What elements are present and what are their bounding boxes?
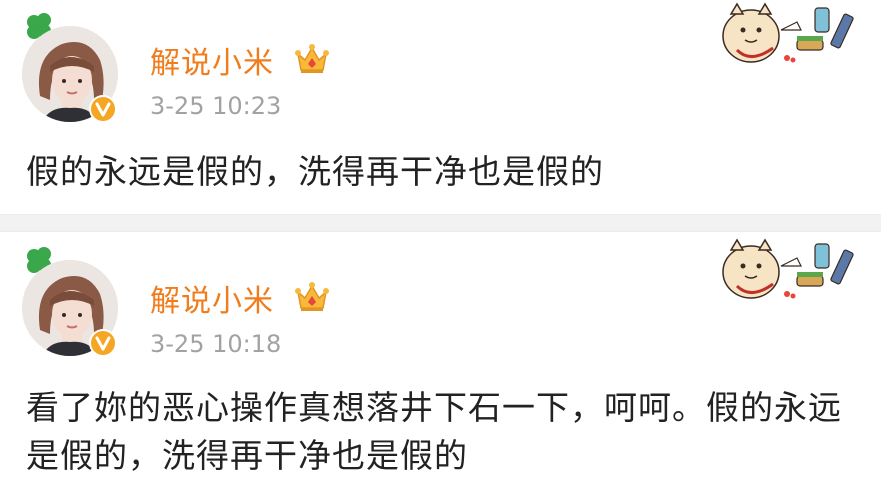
- comment-timestamp: 3-25 10:18: [150, 330, 282, 358]
- comment-text: 看了妳的恶心操作真想落井下石一下，呵呵。假的永远是假的，洗得再干净也是假的: [26, 388, 842, 475]
- weibo-comment-feed: 解说小米 3-25 10:23 假的永远是假的，洗得再干净也是假的 解说小米 3…: [0, 0, 881, 503]
- verified-v-icon: [89, 329, 117, 357]
- username[interactable]: 解说小米: [150, 276, 274, 320]
- cartoon-sticker-icon: [722, 2, 854, 63]
- card-divider: [0, 214, 881, 232]
- comment-card: 解说小米 3-25 10:18 看了妳的恶心操作真想落井下石一下，呵呵。假的永远…: [0, 232, 881, 503]
- crown-icon: [295, 44, 329, 73]
- avatar-container[interactable]: [20, 12, 124, 123]
- crown-icon: [295, 282, 329, 311]
- cartoon-sticker-icon: [722, 238, 854, 299]
- comment-card: 解说小米 3-25 10:23 假的永远是假的，洗得再干净也是假的: [0, 0, 881, 214]
- verified-v-icon: [89, 95, 117, 123]
- comment-timestamp: 3-25 10:23: [150, 92, 282, 120]
- avatar-container[interactable]: [20, 246, 124, 357]
- username[interactable]: 解说小米: [150, 38, 274, 82]
- comment-text: 假的永远是假的，洗得再干净也是假的: [26, 152, 604, 191]
